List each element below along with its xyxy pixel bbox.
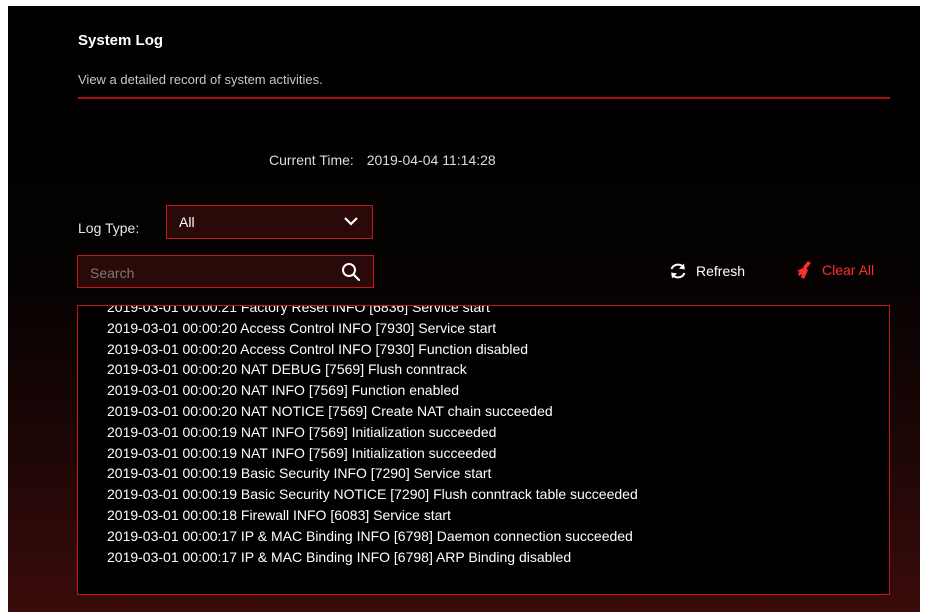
refresh-label: Refresh (696, 263, 746, 279)
log-type-label: Log Type: (78, 220, 140, 236)
current-time-row: Current Time: 2019-04-04 11:14:28 (269, 152, 496, 168)
log-entry: 2019-03-01 00:00:19 NAT INFO [7569] Init… (107, 423, 497, 440)
refresh-button[interactable]: Refresh (668, 260, 745, 282)
page-title: System Log (78, 32, 164, 49)
log-entry: 2019-03-01 00:00:20 Access Control INFO … (107, 340, 529, 357)
log-entry: 2019-03-01 00:00:20 NAT INFO [7569] Func… (107, 382, 460, 399)
current-time-label: Current Time: (269, 152, 354, 168)
search-box[interactable] (77, 255, 374, 289)
search-icon[interactable] (341, 262, 361, 282)
log-lines-container: 2019-03-01 00:00:21 Factory Reset INFO [… (107, 305, 638, 567)
chevron-down-icon (344, 217, 358, 226)
log-entry: 2019-03-01 00:00:20 Access Control INFO … (107, 319, 497, 336)
clear-all-label: Clear All (822, 262, 875, 278)
refresh-icon (670, 263, 686, 279)
log-type-selected-value: All (179, 214, 195, 230)
log-entry: 2019-03-01 00:00:19 Basic Security INFO … (107, 465, 492, 482)
header-divider (78, 97, 890, 99)
log-entry: 2019-03-01 00:00:19 NAT INFO [7569] Init… (107, 444, 497, 461)
broom-icon (797, 261, 811, 279)
log-entry: 2019-03-01 00:00:20 NAT NOTICE [7569] Cr… (107, 402, 553, 419)
log-list[interactable]: 2019-03-01 00:00:21 Factory Reset INFO [… (77, 305, 890, 595)
log-entry: 2019-03-01 00:00:17 IP & MAC Binding INF… (107, 527, 633, 544)
system-log-panel: System Log View a detailed record of sys… (8, 6, 920, 612)
log-type-select[interactable]: All (166, 205, 373, 239)
log-entry: 2019-03-01 00:00:20 NAT DEBUG [7569] Flu… (107, 361, 467, 378)
current-time-value: 2019-04-04 11:14:28 (366, 152, 496, 168)
log-entry: 2019-03-01 00:00:18 Firewall INFO [6083]… (107, 506, 451, 523)
log-entry: 2019-03-01 00:00:21 Factory Reset INFO [… (107, 305, 490, 315)
log-entry: 2019-03-01 00:00:17 IP & MAC Binding INF… (107, 548, 572, 565)
search-input[interactable] (78, 256, 342, 289)
clear-all-button[interactable]: Clear All (794, 258, 874, 282)
page-subtitle: View a detailed record of system activit… (78, 72, 323, 87)
log-entry: 2019-03-01 00:00:19 Basic Security NOTIC… (107, 486, 638, 503)
